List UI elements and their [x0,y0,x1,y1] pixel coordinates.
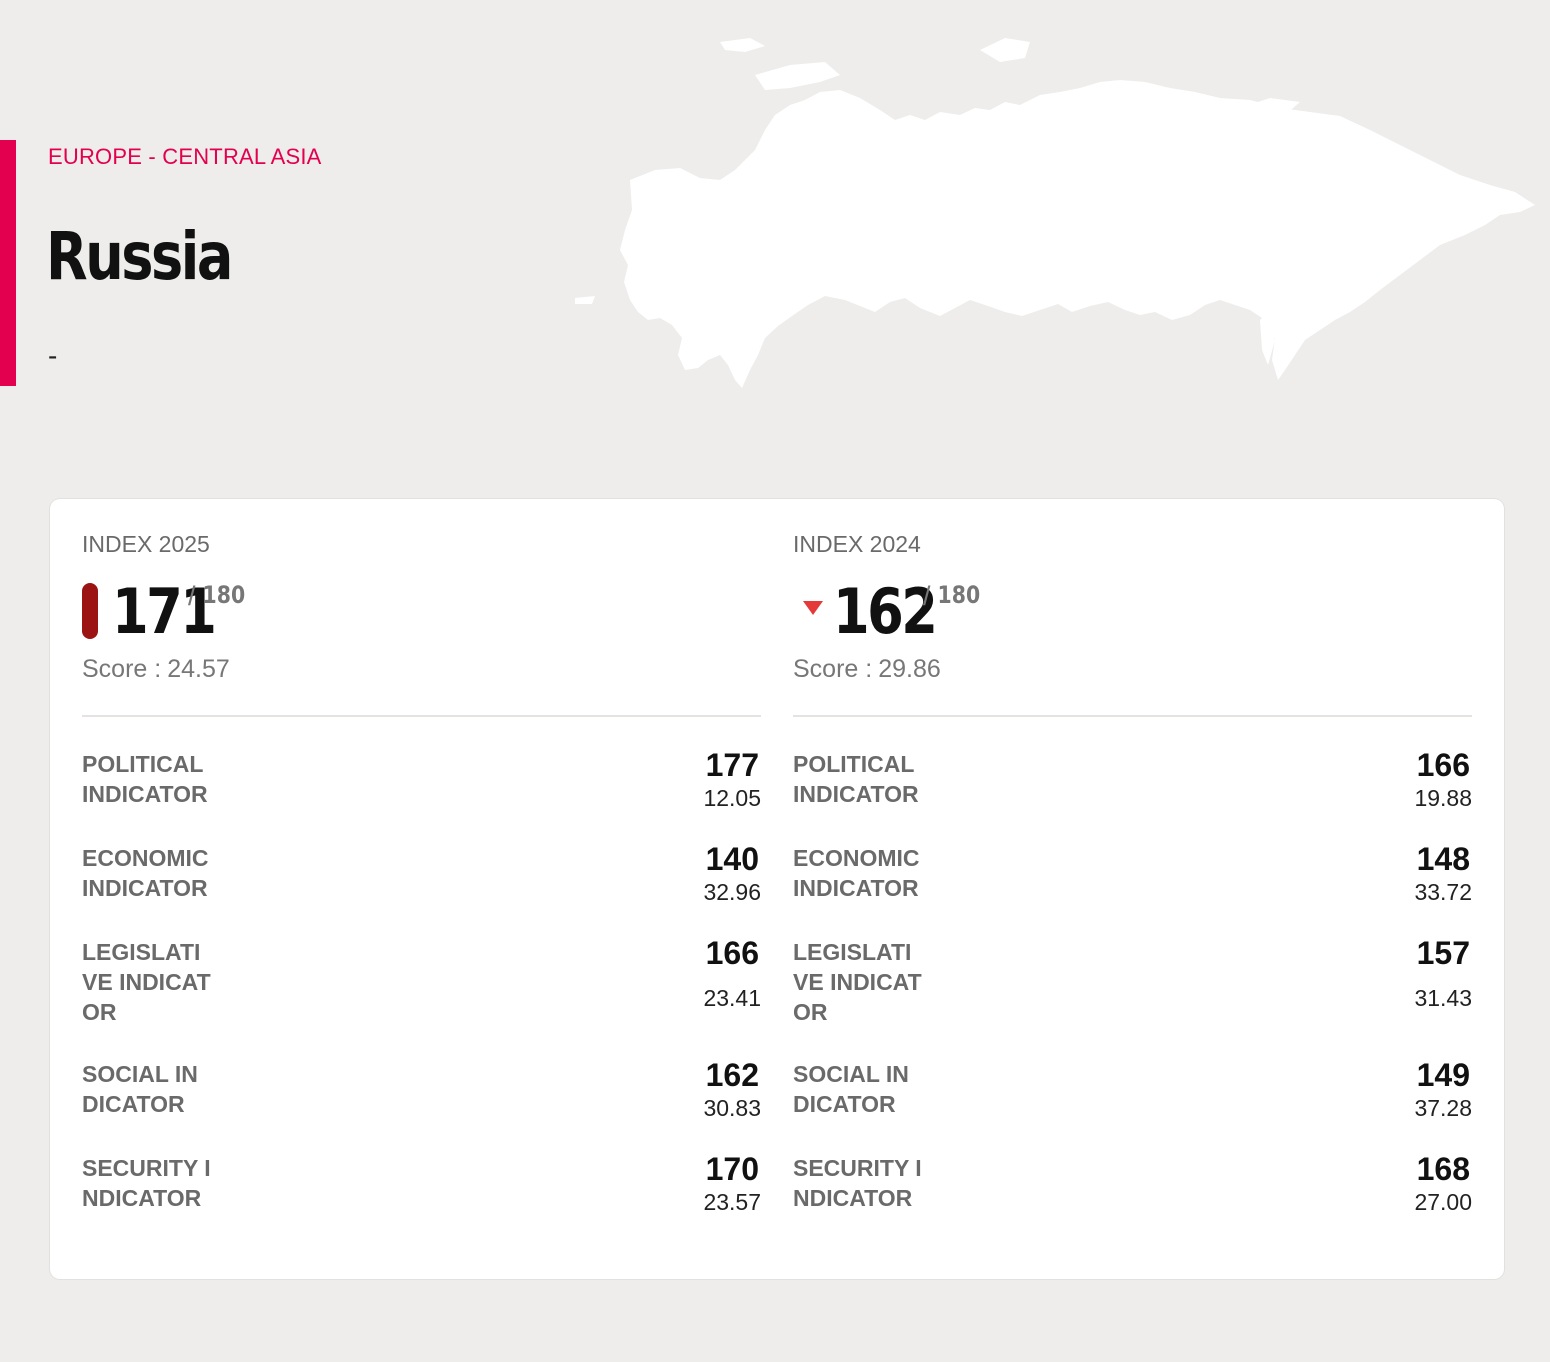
rank-pill-icon [82,583,98,639]
indicator-rank: 149 [1416,1057,1470,1093]
indicator-label: SOCIAL INDICATOR [82,1061,198,1117]
index-card: INDEX 2025 171 / 180 Score :24.57 POLITI… [50,499,1504,1279]
indicator-rank: 168 [1416,1151,1470,1187]
score-value: 24.57 [167,655,230,683]
indicator-score: 19.88 [1414,785,1472,811]
down-triangle-icon [803,601,823,615]
indicator-rank: 148 [1416,841,1470,877]
indicator-label: ECONOMIC INDICATOR [793,845,920,901]
index-2025-rank-block: 171 / 180 [82,575,482,648]
indicator-score: 12.05 [703,785,761,811]
indicator-rank: 166 [705,935,759,971]
indicator-score: 32.96 [703,879,761,905]
divider [793,715,1472,717]
indicator-score: 23.41 [703,985,761,1011]
indicator-label: POLITICAL INDICATOR [793,751,919,807]
page-title: Russia [46,218,233,295]
indicator-score: 23.57 [703,1189,761,1215]
indicator-score: 27.00 [1414,1189,1472,1215]
index-2025-label: INDEX 2025 [82,531,210,557]
indicator-score: 37.28 [1414,1095,1472,1121]
indicator-label: SECURITY INDICATOR [82,1155,211,1211]
indicator-label: LEGISLATIVE INDICATOR [82,939,211,1025]
index-2025-score: Score :24.57 [82,655,230,684]
divider [82,715,761,717]
russia-map-icon [575,38,1535,388]
subtitle: - [48,340,58,371]
indicator-score: 33.72 [1414,879,1472,905]
accent-bar [0,140,16,386]
indicator-label: SOCIAL INDICATOR [793,1061,909,1117]
indicator-label: SECURITY INDICATOR [793,1155,922,1211]
indicator-label: ECONOMIC INDICATOR [82,845,209,901]
index-2024-rank-block: 162 / 180 [793,575,1193,648]
indicator-rank: 177 [705,747,759,783]
index-2024-total: / 180 [923,581,981,609]
indicator-rank: 140 [705,841,759,877]
indicator-rank: 162 [705,1057,759,1093]
index-2025-total: / 180 [188,581,246,609]
score-label: Score : [82,655,162,683]
indicator-score: 30.83 [703,1095,761,1121]
indicator-label: LEGISLATIVE INDICATOR [793,939,922,1025]
indicator-score: 31.43 [1414,985,1472,1011]
country-header: EUROPE - CENTRAL ASIA Russia - [0,0,1550,460]
region-label: EUROPE - CENTRAL ASIA [48,144,322,169]
indicator-rank: 166 [1416,747,1470,783]
score-label: Score : [793,655,873,683]
indicator-label: POLITICAL INDICATOR [82,751,208,807]
index-2024-label: INDEX 2024 [793,531,921,557]
indicator-rank: 170 [705,1151,759,1187]
score-value: 29.86 [878,655,941,683]
index-2024-rank: 162 [833,575,938,648]
index-2024-score: Score :29.86 [793,655,941,684]
indicator-rank: 157 [1416,935,1470,971]
